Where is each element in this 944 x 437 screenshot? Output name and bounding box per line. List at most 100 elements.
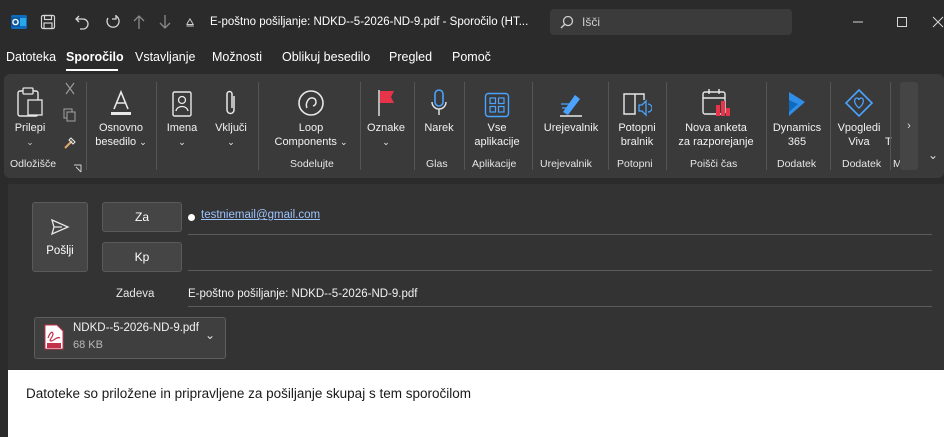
all-apps-button[interactable]: Vse aplikacije — [468, 74, 526, 162]
format-painter-icon[interactable] — [63, 136, 77, 155]
chevron-down-icon: ⌄ — [227, 137, 235, 147]
paperclip-icon — [223, 78, 239, 118]
font-color-icon — [108, 78, 134, 118]
tab-pomoc[interactable]: Pomoč — [452, 50, 491, 68]
immersive-reader-icon — [622, 78, 652, 118]
calendar-chart-icon — [701, 78, 731, 118]
subject-underline — [188, 306, 932, 307]
ribbon: Prilepi ⌄ Odložišče Osnovno besedilo ⌄ I… — [4, 74, 944, 178]
group-label-odlozisce: Odložišče — [10, 158, 57, 170]
dynamics-label-2: 365 — [787, 136, 807, 148]
viva-insights-icon — [844, 78, 874, 118]
down-arrow-icon[interactable] — [158, 0, 172, 44]
to-button[interactable]: Za — [102, 202, 182, 232]
send-label: Pošlji — [46, 244, 74, 257]
tab-sporocilo[interactable]: Sporočilo — [66, 50, 124, 68]
chevron-down-icon: ⌄ — [139, 137, 147, 147]
attachment-menu-chevron-icon[interactable]: ⌄ — [205, 328, 215, 342]
minimize-icon[interactable] — [852, 0, 864, 44]
chevron-down-icon: ⌄ — [178, 137, 186, 147]
group-label-poisci-cas: Poišči čas — [690, 158, 738, 170]
group-label-aplikacije: Aplikacije — [472, 158, 517, 170]
pdf-file-icon — [43, 324, 65, 355]
cut-icon[interactable] — [64, 82, 76, 101]
send-icon — [50, 218, 70, 239]
immersive-reader-label-2: bralnik — [620, 136, 654, 148]
names-label: Imena — [166, 122, 198, 134]
loop-label-1: Loop — [298, 122, 324, 134]
names-button[interactable]: Imena ⌄ — [162, 74, 202, 162]
group-separator — [414, 82, 415, 170]
basic-text-button[interactable]: Osnovno besedilo ⌄ — [92, 74, 150, 162]
all-apps-label-2: aplikacije — [474, 136, 520, 148]
customize-toolbar-icon[interactable]: ⩠ — [186, 0, 194, 44]
basic-text-label-1: Osnovno — [98, 122, 144, 134]
scheduling-poll-label-1: Nova anketa — [685, 122, 747, 134]
subject-field[interactable]: E-poštno pošiljanje: NDKD--5-2026-ND-9.p… — [188, 288, 417, 300]
scheduling-poll-label-2: za razporejanje — [678, 136, 754, 148]
save-icon[interactable] — [40, 0, 56, 44]
group-label-dodatek-1: Dodatek — [777, 158, 817, 170]
attachment-size: 68 KB — [73, 339, 103, 351]
search-icon — [560, 15, 574, 29]
message-body-text: Datoteke so priložene in pripravljene za… — [26, 386, 471, 401]
scheduling-poll-button[interactable]: Nova anketa za razporejanje — [670, 74, 762, 162]
group-separator — [86, 82, 87, 170]
immersive-reader-label-1: Potopni — [618, 122, 656, 134]
tab-datoteka[interactable]: Datoteka — [6, 50, 56, 68]
editor-pen-icon — [557, 78, 585, 118]
search-placeholder: Išči — [582, 15, 600, 29]
tab-oblikuj-besedilo[interactable]: Oblikuj besedilo — [282, 50, 370, 68]
group-separator — [830, 82, 831, 170]
maximize-icon[interactable] — [896, 0, 908, 44]
dynamics-label-1: Dynamics — [772, 122, 822, 134]
attachment-card[interactable]: NDKD--5-2026-ND-9.pdf 68 KB ⌄ — [34, 317, 226, 359]
window-title: E-poštno pošiljanje: NDKD--5-2026-ND-9.p… — [210, 16, 529, 28]
dictate-button[interactable]: Narek — [418, 74, 460, 162]
cc-button[interactable]: Kp — [102, 242, 182, 272]
tags-button[interactable]: Oznake ⌄ — [364, 74, 408, 162]
redo-icon[interactable] — [104, 0, 120, 44]
send-button[interactable]: Pošlji — [32, 202, 88, 272]
group-separator — [766, 82, 767, 170]
chevron-down-icon: ⌄ — [382, 137, 390, 147]
viva-insights-label-2: Viva — [848, 136, 870, 148]
attachment-name: NDKD--5-2026-ND-9.pdf — [73, 322, 199, 334]
loop-components-button[interactable]: Loop Components ⌄ — [266, 74, 356, 162]
message-body[interactable]: Datoteke so priložene in pripravljene za… — [8, 370, 944, 437]
presence-dot-icon — [188, 214, 195, 221]
viva-insights-button[interactable]: Vpogledi Viva — [832, 74, 886, 162]
dictate-label: Narek — [424, 122, 454, 134]
ribbon-scroll-right-button[interactable]: › — [900, 82, 918, 170]
basic-text-label-2: besedilo ⌄ — [95, 136, 147, 148]
to-field[interactable] — [188, 234, 932, 235]
address-book-icon — [171, 78, 193, 118]
ribbon-expand-chevron-icon[interactable]: ⌄ — [928, 148, 938, 162]
group-separator — [464, 82, 465, 170]
search-box[interactable]: Išči — [550, 9, 792, 35]
group-label-potopni: Potopni — [617, 158, 653, 170]
immersive-reader-button[interactable]: Potopni bralnik — [612, 74, 662, 162]
close-icon[interactable] — [932, 0, 944, 44]
ribbon-tabs: Datoteka Sporočilo Vstavljanje Možnosti … — [0, 44, 944, 72]
copy-icon[interactable] — [63, 108, 76, 127]
group-separator — [666, 82, 667, 170]
recipient-chip[interactable]: testniemail@gmail.com — [201, 209, 320, 221]
title-bar: ⩠ E-poštno pošiljanje: NDKD--5-2026-ND-9… — [0, 0, 944, 44]
undo-icon[interactable] — [74, 0, 90, 44]
apps-grid-icon — [484, 78, 510, 118]
up-arrow-icon[interactable] — [132, 0, 146, 44]
clipboard-icon — [15, 78, 45, 118]
tab-vstavljanje[interactable]: Vstavljanje — [135, 50, 195, 68]
include-button[interactable]: Vključi ⌄ — [208, 74, 254, 162]
viva-insights-label-1: Vpogledi — [837, 122, 881, 134]
tab-pregled[interactable]: Pregled — [389, 50, 432, 68]
outlook-logo-icon — [10, 0, 28, 44]
tab-moznosti[interactable]: Možnosti — [212, 50, 262, 68]
dialog-launcher-icon[interactable] — [73, 160, 82, 178]
dynamics-365-button[interactable]: Dynamics 365 — [768, 74, 826, 162]
cc-field[interactable] — [188, 270, 932, 271]
paste-button[interactable]: Prilepi ⌄ — [10, 74, 50, 162]
editor-button[interactable]: Urejevalnik — [536, 74, 606, 162]
subject-label: Zadeva — [116, 288, 155, 300]
